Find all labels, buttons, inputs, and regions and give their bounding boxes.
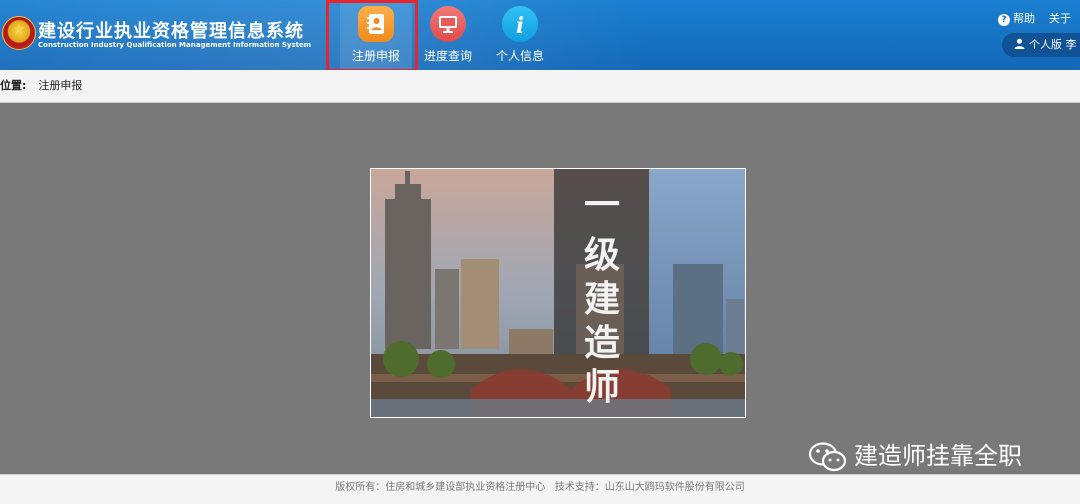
- nav-personal-info[interactable]: i 个人信息: [484, 0, 556, 70]
- banner-char-4: 造: [584, 323, 620, 364]
- highlight-box: [326, 0, 418, 72]
- breadcrumb-value: 注册申报: [38, 79, 83, 92]
- user-icon: [1014, 38, 1025, 49]
- footer: 版权所有：住房和城乡建设部执业资格注册中心 技术支持：山东山大鸥玛软件股份有限公…: [0, 474, 1080, 504]
- help-icon: ?: [998, 14, 1010, 26]
- info-icon: i: [502, 6, 538, 42]
- monitor-icon: [430, 6, 466, 42]
- watermark: 建造师挂靠全职: [808, 436, 1022, 473]
- watermark-text: 建造师挂靠全职: [854, 442, 1022, 470]
- nav-progress-label: 进度查询: [423, 49, 472, 63]
- breadcrumb: 位置: 注册申报: [0, 70, 1080, 103]
- nav-progress[interactable]: 进度查询: [412, 0, 484, 70]
- banner-char-5: 师: [584, 367, 620, 408]
- national-emblem-icon: [2, 16, 36, 50]
- banner-image: 一 级 建 造 师: [370, 168, 746, 418]
- banner-char-1: 一: [584, 185, 620, 226]
- breadcrumb-key: 位置:: [0, 79, 27, 92]
- user-label: 个人版 李: [1029, 38, 1077, 51]
- top-header: 建设行业执业资格管理信息系统 Construction Industry Qua…: [0, 0, 1080, 70]
- about-link[interactable]: 关于: [1049, 10, 1071, 26]
- banner-char-2: 级: [584, 235, 620, 276]
- help-label: 帮助: [1013, 12, 1035, 25]
- system-title: 建设行业执业资格管理信息系统: [38, 21, 304, 42]
- footer-copyright: 版权所有：住房和城乡建设部执业资格注册中心: [335, 482, 546, 493]
- user-menu[interactable]: 个人版 李: [1002, 33, 1080, 57]
- help-link[interactable]: ? 帮助: [998, 10, 1035, 26]
- wechat-icon: [808, 442, 847, 472]
- nav-personal-info-label: 个人信息: [495, 49, 544, 63]
- footer-support: 技术支持：山东山大鸥玛软件股份有限公司: [554, 482, 745, 493]
- svg-text:i: i: [516, 13, 524, 39]
- system-subtitle: Construction Industry Qualification Mana…: [38, 41, 312, 49]
- banner-char-3: 建: [584, 279, 620, 320]
